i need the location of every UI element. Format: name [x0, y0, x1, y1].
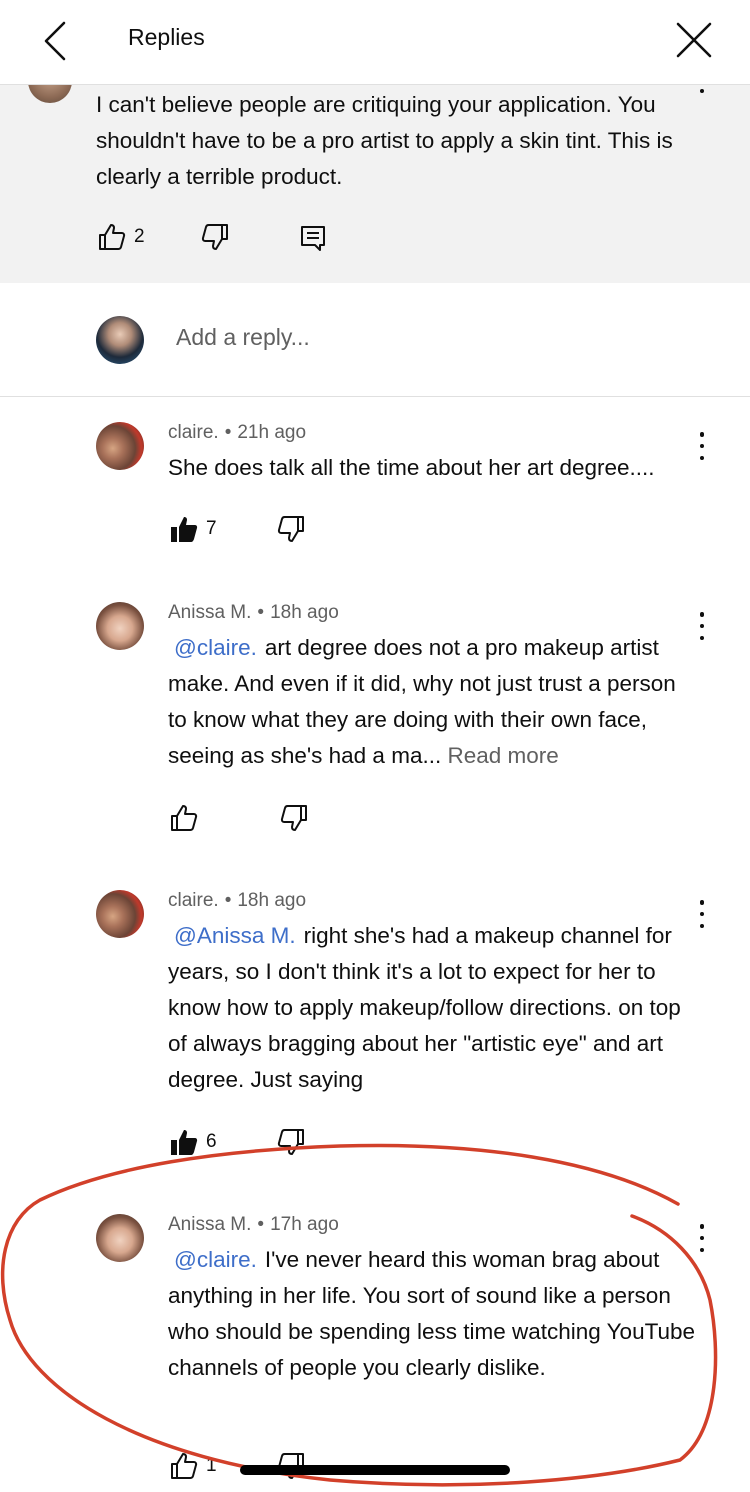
- thumbs-down-icon[interactable]: [275, 513, 307, 545]
- original-comment: I can't believe people are critiquing yo…: [0, 59, 750, 283]
- author-name[interactable]: claire.: [168, 890, 219, 911]
- vote-bar: 6: [168, 1126, 307, 1158]
- thumbs-down-icon[interactable]: [278, 802, 310, 834]
- comment-meta: Anissa M. • 17h ago: [168, 1214, 339, 1235]
- thumbs-up-icon[interactable]: [96, 221, 128, 253]
- more-options-icon[interactable]: [690, 1224, 714, 1252]
- comment-text: I can't believe people are critiquing yo…: [96, 92, 673, 189]
- like-count: 7: [206, 518, 217, 539]
- more-options-icon[interactable]: [690, 612, 714, 640]
- avatar[interactable]: [96, 602, 144, 650]
- vote-bar: 2: [96, 221, 329, 253]
- home-indicator[interactable]: [240, 1465, 510, 1475]
- comment-body: She does talk all the time about her art…: [168, 455, 655, 480]
- avatar[interactable]: [96, 422, 144, 470]
- thumbs-up-icon[interactable]: [168, 1450, 200, 1482]
- thumbs-down-icon[interactable]: [199, 221, 231, 253]
- comment-meta: claire. • 18h ago: [168, 890, 307, 911]
- mention-link[interactable]: @Anissa M.: [174, 923, 296, 948]
- comment-text: @claire. I've never heard this woman brag…: [168, 1242, 698, 1386]
- more-options-icon[interactable]: [690, 900, 714, 928]
- vote-bar: 7: [168, 513, 307, 545]
- comment-meta: Anissa M. • 18h ago: [168, 602, 339, 623]
- comment-text: She does talk all the time about her art…: [168, 450, 698, 486]
- mention-link[interactable]: @claire.: [174, 635, 257, 660]
- timestamp: 18h ago: [270, 602, 339, 623]
- author-name[interactable]: claire.: [168, 422, 219, 443]
- read-more-link[interactable]: Read more: [447, 743, 558, 768]
- like-count: 1: [206, 1455, 217, 1476]
- more-options-icon[interactable]: [690, 432, 714, 460]
- chevron-left-icon[interactable]: [40, 20, 70, 62]
- avatar[interactable]: [96, 316, 144, 364]
- timestamp: 18h ago: [237, 890, 307, 911]
- header-bar: Replies: [0, 0, 750, 85]
- comment-body: right she's had a makeup channel for yea…: [168, 923, 681, 1092]
- thumbs-up-filled-icon[interactable]: [168, 1126, 200, 1158]
- vote-bar: [168, 802, 310, 834]
- comment-text: @claire. art degree does not a pro makeup…: [168, 630, 698, 774]
- page-title: Replies: [128, 24, 205, 50]
- timestamp: 21h ago: [237, 422, 307, 443]
- comment-text: @Anissa M. right she's had a makeup chann…: [168, 918, 698, 1098]
- author-name[interactable]: Anissa M.: [168, 602, 251, 623]
- timestamp: 17h ago: [270, 1214, 339, 1235]
- add-reply-row: [0, 284, 750, 397]
- thumbs-down-icon[interactable]: [275, 1126, 307, 1158]
- thumbs-up-filled-icon[interactable]: [168, 513, 200, 545]
- avatar[interactable]: [96, 890, 144, 938]
- close-icon[interactable]: [674, 20, 714, 60]
- reply-icon[interactable]: [297, 221, 329, 253]
- like-count: 6: [206, 1131, 217, 1152]
- avatar[interactable]: [96, 1214, 144, 1262]
- thumbs-up-icon[interactable]: [168, 802, 200, 834]
- author-name[interactable]: Anissa M.: [168, 1214, 251, 1235]
- like-count: 2: [134, 226, 145, 247]
- mention-link[interactable]: @claire.: [174, 1247, 257, 1272]
- comment-meta: claire. • 21h ago: [168, 422, 307, 443]
- reply-input[interactable]: [176, 324, 626, 351]
